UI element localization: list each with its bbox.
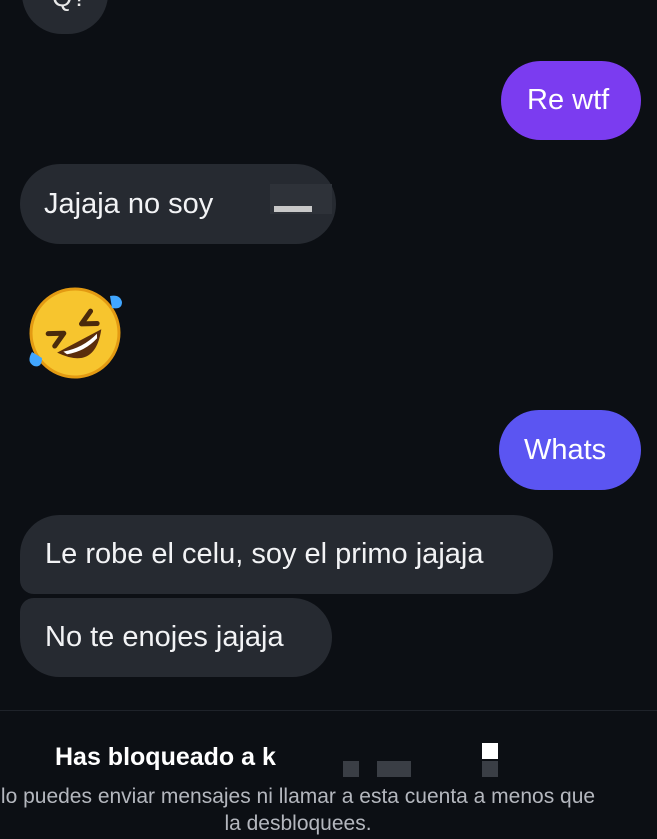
message-text: Re wtf xyxy=(527,84,610,116)
footer-divider xyxy=(0,710,657,711)
outgoing-message[interactable]: Re wtf xyxy=(501,61,641,140)
rofl-emoji-message[interactable] xyxy=(24,282,126,384)
incoming-message[interactable]: Le robe el celu, soy el primo jajaja xyxy=(20,515,553,594)
partial-message-text: Q? xyxy=(52,0,87,13)
blocked-notice-title: Has bloqueado a k xyxy=(55,743,276,771)
blocked-notice-description: lo puedes enviar mensajes ni llamar a es… xyxy=(0,785,596,835)
redacted-username xyxy=(482,743,498,759)
redacted-text-fragment xyxy=(274,206,312,212)
incoming-message[interactable]: No te enojes jajaja xyxy=(20,598,332,677)
redacted-username xyxy=(377,761,411,777)
message-text: Le robe el celu, soy el primo jajaja xyxy=(45,538,484,570)
redacted-username xyxy=(343,761,359,777)
message-text: No te enojes jajaja xyxy=(45,621,284,653)
message-text: Jajaja no soy xyxy=(44,187,214,220)
partial-message-bubble[interactable]: Q? xyxy=(22,0,108,34)
outgoing-message[interactable]: Whats xyxy=(499,410,641,490)
rofl-emoji-icon xyxy=(29,287,122,379)
message-text: Whats xyxy=(524,433,607,466)
redacted-username xyxy=(482,761,498,777)
